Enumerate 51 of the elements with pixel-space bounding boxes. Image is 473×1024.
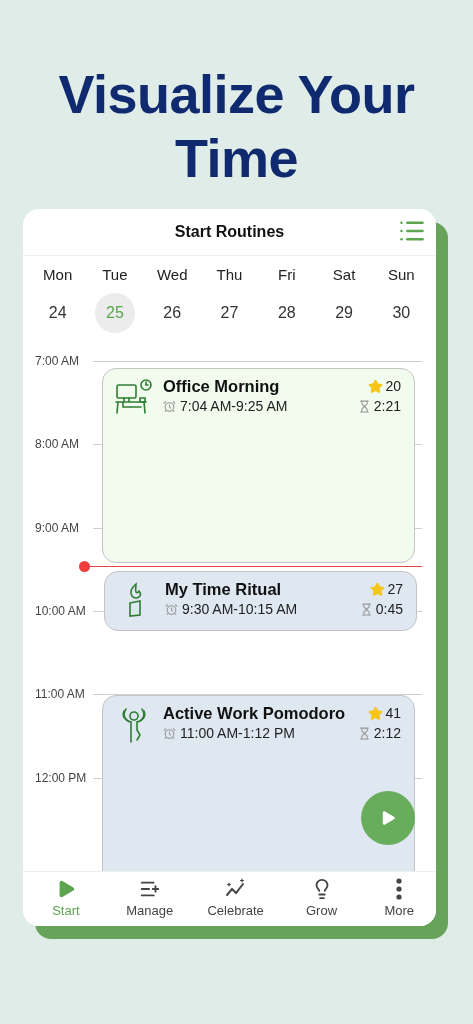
tab[interactable]: Grow: [280, 872, 363, 926]
date-button[interactable]: 28: [266, 293, 307, 333]
hour-label: 10:00 AM: [35, 603, 86, 618]
screen-title: Start Routines: [174, 223, 285, 241]
hour-label: 8:00 AM: [35, 437, 80, 452]
hour-label: 11:00 AM: [35, 687, 85, 702]
tab[interactable]: Manage: [108, 872, 191, 926]
routine-time: 7:04 AM-9:25 AM: [180, 398, 288, 414]
routine-card[interactable]: Office Morning 7:04 AM-9:25 AM 20 2:21: [102, 368, 415, 563]
routine-card[interactable]: Active Work Pomodoro 11:00 AM-1:12 PM 41 2:12: [102, 695, 415, 871]
alarm-icon: [163, 399, 176, 413]
routine-duration: 2:12: [373, 725, 401, 741]
routine-title: Office Morning: [163, 377, 280, 396]
star-icon: [368, 378, 384, 394]
hourglass-icon: [357, 726, 371, 740]
star-icon: [370, 581, 386, 597]
weekday-label: Sat: [332, 266, 356, 283]
star-count: 20: [385, 378, 401, 394]
weekday-label: Tue: [102, 266, 128, 283]
routine-time: 9:30 AM-10:15 AM: [182, 601, 298, 617]
date-button[interactable]: 30: [381, 293, 422, 333]
routine-duration: 0:45: [375, 601, 403, 617]
date-button[interactable]: 26: [152, 293, 193, 333]
hour-label: 7:00 AM: [35, 354, 80, 368]
star-icon: [368, 705, 384, 721]
date-button[interactable]: 29: [324, 293, 365, 333]
tab[interactable]: More: [362, 872, 436, 926]
weekday-label: Thu: [216, 266, 243, 283]
more-icon: [396, 878, 403, 900]
hourglass-icon: [359, 602, 373, 616]
alarm-icon: [165, 602, 178, 616]
routine-duration: 2:21: [373, 398, 401, 414]
weekday-label: Sun: [388, 266, 415, 283]
hour-label: 9:00 AM: [35, 520, 80, 535]
star-count: 41: [385, 705, 401, 721]
date-button[interactable]: 27: [209, 293, 250, 333]
headline: Visualize Your Time: [57, 63, 416, 190]
weekday-label: Fri: [278, 266, 296, 283]
routine-time: 11:00 AM-1:12 PM: [180, 725, 295, 741]
hourglass-icon: [357, 399, 371, 413]
weekday-label: Mon: [43, 266, 73, 283]
tab[interactable]: Celebrate: [190, 872, 281, 926]
routine-title: My Time Ritual: [165, 580, 282, 599]
date-button[interactable]: 24: [37, 293, 78, 333]
routine-title: Active Work Pomodoro: [163, 704, 346, 723]
desk-icon: [115, 379, 153, 417]
star-count: 27: [387, 581, 403, 597]
hour-label: 12:00 PM: [35, 770, 87, 785]
alarm-icon: [163, 726, 176, 740]
weekday-label: Wed: [156, 266, 188, 283]
routine-card[interactable]: My Time Ritual 9:30 AM-10:15 AM 27 0:45: [104, 571, 417, 631]
